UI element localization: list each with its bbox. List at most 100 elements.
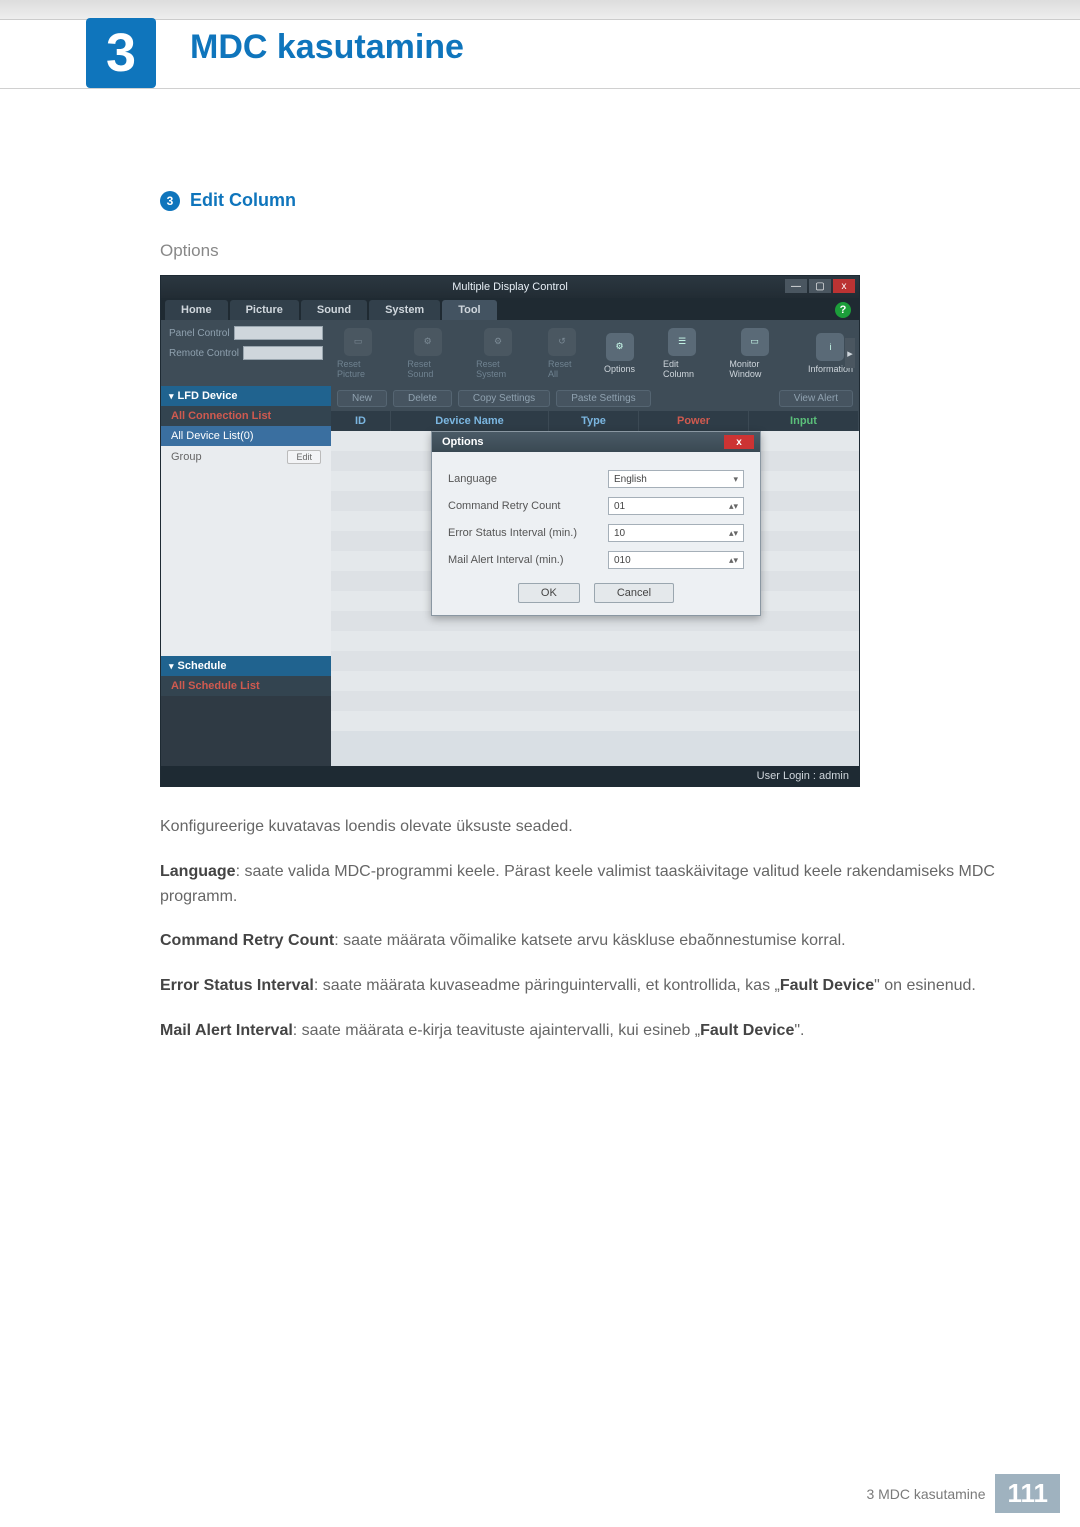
toolbar-copy-button[interactable]: Copy Settings — [458, 390, 550, 407]
subsection-header: 3 Edit Column — [160, 190, 1020, 211]
dlg-error-interval-label: Error Status Interval (min.) — [448, 527, 608, 539]
app-statusbar: User Login : admin — [161, 766, 859, 786]
tool-edit-column[interactable]: ☰Edit Column — [663, 328, 701, 379]
dlg-error-interval-stepper[interactable]: 10 ▴▾ — [608, 524, 744, 542]
term-error-interval: Error Status Interval — [160, 977, 314, 994]
tool-label: Reset Picture — [337, 359, 379, 379]
page-top-bar — [0, 0, 1080, 20]
para-text: " on esinenud. — [874, 977, 976, 994]
panel-control-dropdown[interactable] — [234, 326, 323, 340]
side-lfd-device[interactable]: ▾LFD Device — [161, 386, 331, 406]
ribbon-scroll-right-icon[interactable]: ▸ — [845, 338, 855, 368]
field-value: 01 — [614, 501, 625, 512]
term-retry: Command Retry Count — [160, 932, 334, 949]
col-device-name[interactable]: Device Name — [391, 411, 549, 431]
tab-system[interactable]: System — [369, 300, 440, 320]
tool-label: Reset System — [476, 359, 520, 379]
stepper-icon: ▴▾ — [729, 528, 738, 539]
dialog-ok-button[interactable]: OK — [518, 583, 580, 603]
para-error-interval: Error Status Interval: saate määrata kuv… — [160, 974, 1020, 999]
panel-control-label: Panel Control — [169, 328, 230, 339]
dialog-cancel-button[interactable]: Cancel — [594, 583, 674, 603]
app-tabs: Home Picture Sound System Tool ? — [161, 298, 859, 320]
chevron-down-icon: ▾ — [733, 474, 738, 485]
remote-control-field: Remote Control — [169, 346, 323, 360]
grid-body: Options x Language English▾ Command Retr… — [331, 431, 859, 731]
tab-home[interactable]: Home — [165, 300, 228, 320]
side-fill — [161, 468, 331, 656]
toolbar-delete-button[interactable]: Delete — [393, 390, 452, 407]
reset-all-icon: ↺ — [548, 328, 576, 356]
dlg-row-language: Language English▾ — [448, 470, 744, 488]
side-all-schedule-list[interactable]: All Schedule List — [161, 676, 331, 696]
col-type[interactable]: Type — [549, 411, 639, 431]
dlg-mail-interval-stepper[interactable]: 010 ▴▾ — [608, 551, 744, 569]
term-language: Language — [160, 863, 236, 880]
col-id[interactable]: ID — [331, 411, 391, 431]
dlg-row-error-interval: Error Status Interval (min.) 10 ▴▾ — [448, 524, 744, 542]
term-mail-interval: Mail Alert Interval — [160, 1022, 293, 1039]
tab-tool[interactable]: Tool — [442, 300, 496, 320]
para-text: : saate määrata võimalike katsete arvu k… — [334, 932, 845, 949]
dialog-buttons: OK Cancel — [448, 583, 744, 603]
side-group-label: Group — [171, 451, 202, 463]
dialog-body: Language English▾ Command Retry Count 01… — [432, 452, 760, 615]
tool-reset-system[interactable]: ⚙Reset System — [476, 328, 520, 379]
para-text: ". — [794, 1022, 804, 1039]
options-icon: ⚙ — [606, 333, 634, 361]
app-screenshot: Multiple Display Control — ▢ x Home Pict… — [160, 275, 860, 787]
tab-sound[interactable]: Sound — [301, 300, 367, 320]
term-fault-device: Fault Device — [780, 977, 874, 994]
tool-reset-all[interactable]: ↺ Reset All — [548, 328, 576, 379]
footer-page-number: 111 — [995, 1474, 1060, 1513]
help-icon[interactable]: ? — [835, 302, 851, 318]
tool-monitor-window[interactable]: ▭Monitor Window — [729, 328, 780, 379]
col-input[interactable]: Input — [749, 411, 859, 431]
field-value: 10 — [614, 528, 625, 539]
field-value: 010 — [614, 555, 631, 566]
window-close-button[interactable]: x — [833, 279, 855, 293]
dlg-language-dropdown[interactable]: English▾ — [608, 470, 744, 488]
side-all-device-list[interactable]: All Device List(0) — [161, 426, 331, 446]
remote-control-dropdown[interactable] — [243, 346, 323, 360]
app-main: New Delete Copy Settings Paste Settings … — [331, 386, 859, 766]
tool-label: Monitor Window — [729, 359, 780, 379]
tool-reset-picture[interactable]: ▭Reset Picture — [337, 328, 379, 379]
tool-reset-sound[interactable]: ⚙Reset Sound — [407, 328, 448, 379]
tool-label: Reset All — [548, 359, 576, 379]
toolbar-new-button[interactable]: New — [337, 390, 387, 407]
description-paragraphs: Konfigureerige kuvatavas loendis olevate… — [160, 815, 1020, 1044]
reset-sound-icon: ⚙ — [414, 328, 442, 356]
dialog-close-button[interactable]: x — [724, 435, 754, 449]
subsection-number-badge: 3 — [160, 191, 180, 211]
tab-picture[interactable]: Picture — [230, 300, 299, 320]
dlg-row-mail-interval: Mail Alert Interval (min.) 010▴▾ — [448, 551, 744, 569]
stepper-icon: ▴▾ — [729, 555, 738, 566]
col-power[interactable]: Power — [639, 411, 749, 431]
stepper-icon: ▴▾ — [729, 501, 738, 512]
tool-options[interactable]: ⚙Options — [604, 333, 635, 374]
para-text: : saate valida MDC-programmi keele. Pära… — [160, 863, 995, 905]
side-group-row: Group Edit — [161, 446, 331, 468]
chapter-title: MDC kasutamine — [190, 28, 464, 67]
dlg-retry-stepper[interactable]: 01 ▴▾ — [608, 497, 744, 515]
options-heading: Options — [160, 241, 1020, 261]
dlg-row-retry: Command Retry Count 01▴▾ — [448, 497, 744, 515]
dlg-language-label: Language — [448, 473, 608, 485]
toolbar-paste-button[interactable]: Paste Settings — [556, 390, 650, 407]
tool-label: Edit Column — [663, 359, 701, 379]
grid-header: ID Device Name Type Power Input — [331, 411, 859, 431]
window-max-button[interactable]: ▢ — [809, 279, 831, 293]
side-group-edit-button[interactable]: Edit — [287, 450, 321, 464]
para-text: : saate määrata kuvaseadme päringuinterv… — [314, 977, 780, 994]
side-schedule[interactable]: ▾Schedule — [161, 656, 331, 676]
window-min-button[interactable]: — — [785, 279, 807, 293]
toolbar-view-alert-button[interactable]: View Alert — [779, 390, 853, 407]
window-controls: — ▢ x — [785, 279, 855, 293]
footer-chapter-label: 3 MDC kasutamine — [866, 1486, 985, 1502]
side-all-connection-list[interactable]: All Connection List — [161, 406, 331, 426]
main-toolbar: New Delete Copy Settings Paste Settings … — [331, 386, 859, 411]
header-divider — [0, 88, 1080, 89]
chapter-number-badge: 3 — [86, 18, 156, 88]
para-text: : saate määrata e-kirja teavituste ajain… — [293, 1022, 700, 1039]
